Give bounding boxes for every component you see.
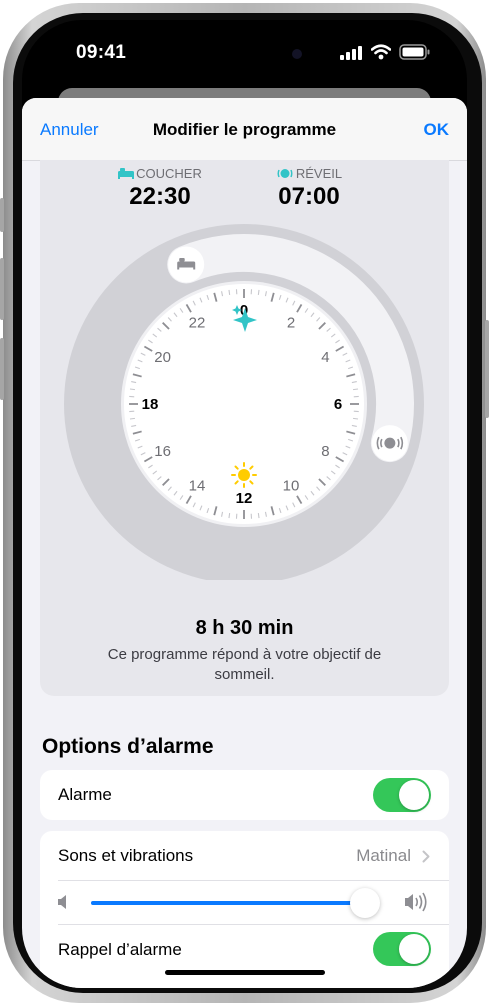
snooze-toggle[interactable]	[373, 932, 431, 966]
wifi-icon	[371, 44, 391, 60]
sleep-schedule-dial[interactable]: 0246810121416182022	[40, 220, 449, 580]
navigation-bar: Annuler Modifier le programme OK	[22, 98, 467, 161]
signal-icon	[340, 46, 362, 60]
volume-knob[interactable]	[350, 888, 381, 918]
battery-icon	[399, 44, 430, 60]
clock-tick	[257, 512, 260, 519]
bedtime-handle[interactable]	[168, 246, 205, 283]
bed-icon	[118, 168, 135, 179]
clock-tick	[352, 417, 359, 420]
alarm-toggle-knob	[399, 780, 429, 810]
status-time: 09:41	[76, 42, 127, 63]
bedtime-label: COUCHER	[100, 166, 220, 181]
clock-hour-label: 22	[189, 315, 206, 332]
screen: 09:41 Annuler Modifier le programme OK C…	[22, 20, 467, 988]
clock-tick	[129, 417, 136, 420]
wake-label: RÉVEIL	[249, 166, 369, 181]
side-button	[485, 320, 489, 418]
action-button	[0, 198, 4, 232]
clock-hour-label: 10	[283, 477, 300, 494]
page-title: Modifier le programme	[152, 120, 337, 139]
snooze-label: Rappel d’alarme	[58, 940, 182, 959]
alarm-toggle[interactable]	[373, 778, 431, 812]
alarm-label: Alarme	[58, 785, 112, 804]
volume-down-button	[0, 338, 4, 400]
alarm-options-title: Options d’alarme	[42, 735, 214, 758]
wake-handle-alarm-icon	[376, 436, 404, 450]
bedtime-label-text: COUCHER	[136, 166, 202, 181]
clock-hour-label: 14	[189, 477, 206, 494]
alarm-row: Alarme	[40, 770, 449, 820]
clock-hour-label: 18	[142, 396, 159, 413]
clock-tick	[228, 512, 231, 519]
volume-low-icon	[58, 895, 66, 909]
bedtime-value: 22:30	[129, 183, 191, 210]
clock-tick	[257, 289, 260, 296]
home-indicator	[165, 970, 325, 975]
goal-message: Ce programme répond à votre objectif de …	[107, 646, 382, 683]
schedule-card: COUCHER 22:30 RÉVEIL 07:00 0 2 4 6 8 10 …	[40, 160, 449, 696]
wake-value: 07:00	[278, 183, 340, 210]
camera-icon	[292, 49, 302, 59]
sleep-duration: 8 h 30 min	[195, 617, 294, 639]
volume-high-icon	[405, 892, 427, 912]
volume-fill	[91, 901, 366, 905]
clock-hour-label: 2	[287, 315, 295, 332]
clock-tick	[352, 388, 359, 391]
clock-hour-label: 20	[154, 349, 171, 366]
status-bar: 09:41	[22, 20, 467, 90]
sound-settings-group: Sons et vibrations Matinal Rappel d’alar…	[40, 831, 449, 988]
wake-handle[interactable]	[371, 425, 408, 462]
clock-hour-label: 16	[154, 443, 171, 460]
separator	[58, 924, 449, 925]
clock-hour-label: 12	[236, 490, 253, 507]
done-button[interactable]: OK	[424, 120, 450, 140]
dynamic-island	[184, 35, 308, 72]
sounds-label: Sons et vibrations	[58, 846, 194, 865]
volume-slider[interactable]	[91, 888, 387, 918]
sounds-value: Matinal	[356, 846, 411, 865]
sounds-row[interactable]: Sons et vibrations Matinal	[40, 831, 449, 880]
clock-hour-label: 8	[321, 443, 329, 460]
sun-icon	[231, 462, 257, 488]
clock-tick	[228, 289, 231, 296]
edit-schedule-sheet: Annuler Modifier le programme OK COUCHER…	[22, 98, 467, 988]
volume-up-button	[0, 258, 4, 320]
separator	[58, 880, 449, 881]
chevron-right-icon	[422, 850, 430, 863]
wake-label-text: RÉVEIL	[295, 166, 343, 181]
alarm-icon	[277, 169, 293, 178]
clock-hour-label: 4	[321, 349, 329, 366]
wake-header: RÉVEIL 07:00	[249, 166, 369, 211]
clock-tick	[129, 388, 136, 391]
bedtime-header: COUCHER 22:30	[100, 166, 220, 211]
snooze-toggle-knob	[399, 934, 429, 964]
clock-hour-label: 6	[334, 396, 342, 413]
